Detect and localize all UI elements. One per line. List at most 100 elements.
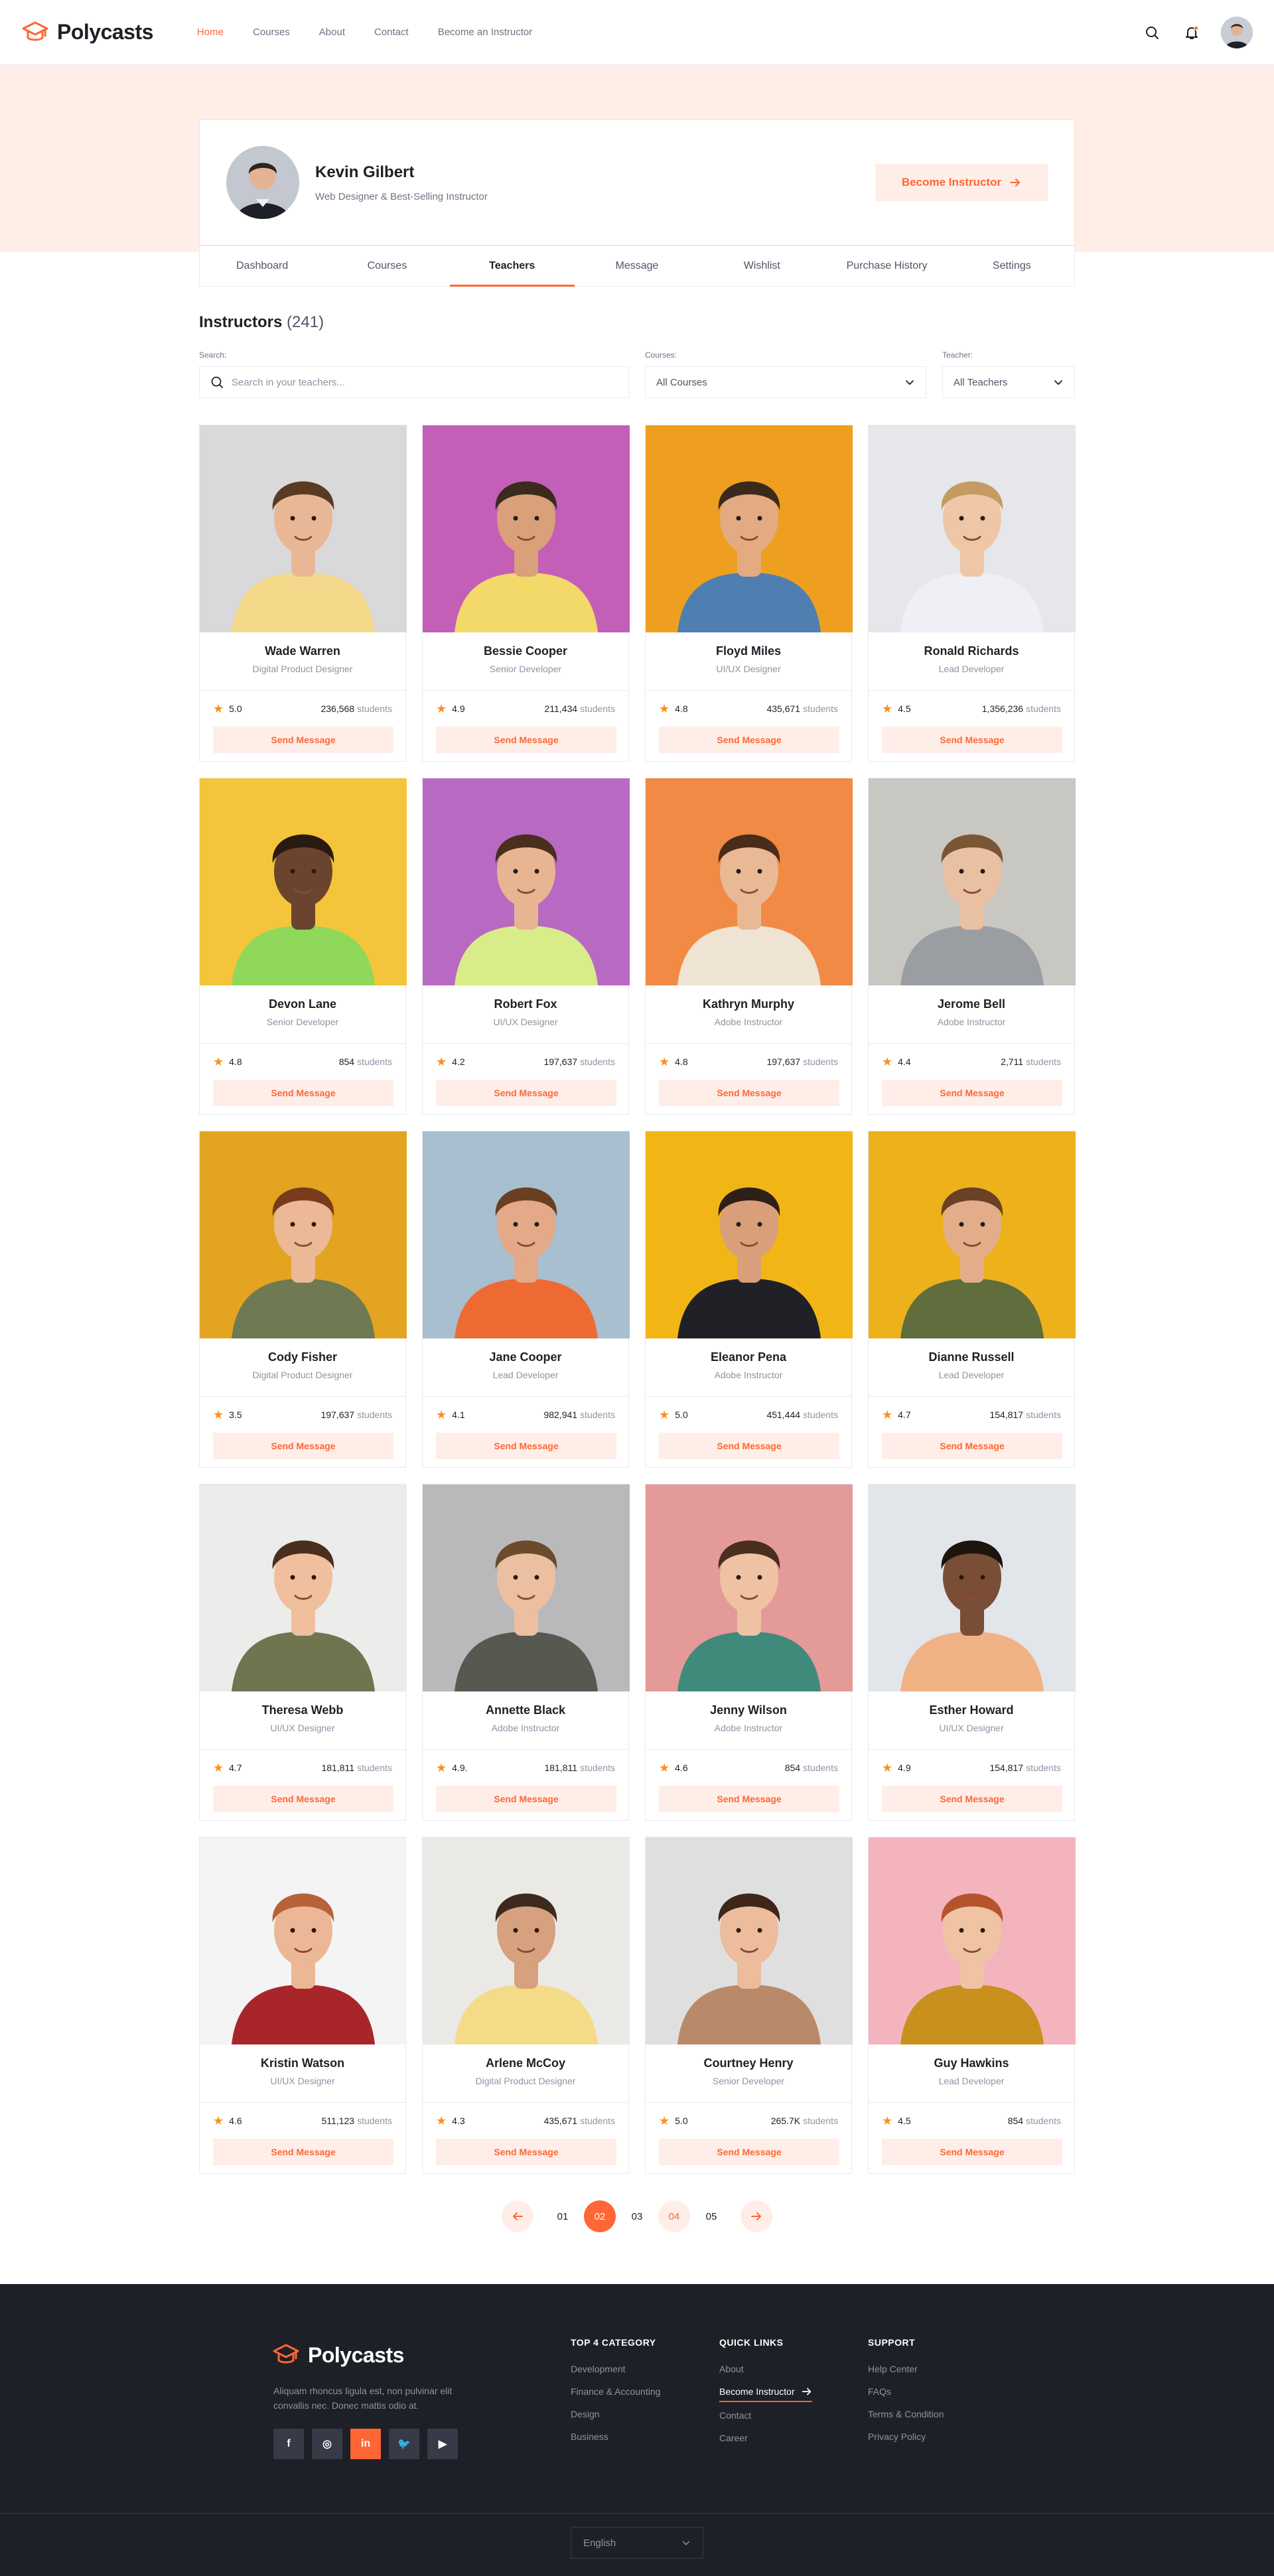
instructor-card[interactable]: Robert Fox UI/UX Designer ★ 4.2 197,637 stude… xyxy=(422,778,630,1115)
instructor-name[interactable]: Bessie Cooper xyxy=(423,644,628,658)
tab-settings[interactable]: Settings xyxy=(950,246,1074,286)
instructor-photo-frame[interactable] xyxy=(869,778,1076,985)
send-message-button[interactable]: Send Message xyxy=(213,1786,393,1812)
instructor-photo-frame[interactable] xyxy=(423,778,630,985)
send-message-button[interactable]: Send Message xyxy=(659,1786,839,1812)
footer-link-career[interactable]: Career xyxy=(719,2433,748,2443)
instructor-name[interactable]: Arlene McCoy xyxy=(423,2056,628,2070)
bell-icon[interactable] xyxy=(1181,22,1202,43)
teacher-select[interactable]: All Teachers xyxy=(942,366,1075,398)
instructor-card[interactable]: Bessie Cooper Senior Developer ★ 4.9 211,434… xyxy=(422,425,630,762)
footer-link-business[interactable]: Business xyxy=(571,2431,608,2442)
language-select[interactable]: English xyxy=(571,2527,703,2559)
search-input[interactable]: Search in your teachers... xyxy=(199,366,629,398)
instructor-photo-frame[interactable] xyxy=(200,778,407,985)
facebook-icon[interactable]: f xyxy=(273,2429,304,2459)
footer-link-privacy-policy[interactable]: Privacy Policy xyxy=(868,2431,926,2442)
twitter-icon[interactable]: 🐦 xyxy=(389,2429,419,2459)
instructor-card[interactable]: Ronald Richards Lead Developer ★ 4.5 1,356,2… xyxy=(868,425,1076,762)
nav-link-courses[interactable]: Courses xyxy=(253,27,290,38)
page-04[interactable]: 04 xyxy=(658,2200,690,2232)
instructor-name[interactable]: Ronald Richards xyxy=(869,644,1074,658)
prev-page-button[interactable] xyxy=(502,2200,533,2232)
send-message-button[interactable]: Send Message xyxy=(882,727,1062,753)
instructor-photo-frame[interactable] xyxy=(423,1484,630,1691)
instructor-photo-frame[interactable] xyxy=(869,1131,1076,1338)
instructor-name[interactable]: Annette Black xyxy=(423,1703,628,1717)
send-message-button[interactable]: Send Message xyxy=(659,1433,839,1459)
send-message-button[interactable]: Send Message xyxy=(659,1080,839,1106)
send-message-button[interactable]: Send Message xyxy=(882,1433,1062,1459)
instructor-card[interactable]: Dianne Russell Lead Developer ★ 4.7 154,817 s… xyxy=(868,1131,1076,1468)
instructor-photo-frame[interactable] xyxy=(646,1837,853,2044)
instructor-card[interactable]: Annette Black Adobe Instructor ★ 4.9. 181,81… xyxy=(422,1484,630,1821)
instructor-photo-frame[interactable] xyxy=(200,1131,407,1338)
instructor-name[interactable]: Robert Fox xyxy=(423,997,628,1011)
footer-link-terms-condition[interactable]: Terms & Condition xyxy=(868,2409,944,2419)
instructor-name[interactable]: Cody Fisher xyxy=(200,1350,405,1364)
instructor-photo-frame[interactable] xyxy=(869,425,1076,632)
instructor-photo-frame[interactable] xyxy=(646,1131,853,1338)
instructor-photo-frame[interactable] xyxy=(646,778,853,985)
instructor-name[interactable]: Guy Hawkins xyxy=(869,2056,1074,2070)
nav-link-home[interactable]: Home xyxy=(197,27,224,38)
brand-logo[interactable]: Polycasts xyxy=(21,19,153,46)
instructor-card[interactable]: Courtney Henry Senior Developer ★ 5.0 265.7K… xyxy=(645,1837,853,2174)
footer-link-help-center[interactable]: Help Center xyxy=(868,2364,918,2374)
instructor-card[interactable]: Jenny Wilson Adobe Instructor ★ 4.6 854 stude… xyxy=(645,1484,853,1821)
instructor-name[interactable]: Courtney Henry xyxy=(646,2056,851,2070)
send-message-button[interactable]: Send Message xyxy=(436,2139,616,2165)
instructor-photo-frame[interactable] xyxy=(423,425,630,632)
send-message-button[interactable]: Send Message xyxy=(882,2139,1062,2165)
send-message-button[interactable]: Send Message xyxy=(213,727,393,753)
instructor-card[interactable]: Theresa Webb UI/UX Designer ★ 4.7 181,811 stu… xyxy=(199,1484,407,1821)
send-message-button[interactable]: Send Message xyxy=(213,1433,393,1459)
send-message-button[interactable]: Send Message xyxy=(659,2139,839,2165)
instructor-card[interactable]: Kathryn Murphy Adobe Instructor ★ 4.8 197,63… xyxy=(645,778,853,1115)
instructor-photo-frame[interactable] xyxy=(646,1484,853,1691)
become-instructor-button[interactable]: Become Instructor xyxy=(875,164,1048,201)
instructor-card[interactable]: Wade Warren Digital Product Designer ★ 5.0 2… xyxy=(199,425,407,762)
tab-message[interactable]: Message xyxy=(575,246,699,286)
send-message-button[interactable]: Send Message xyxy=(436,1433,616,1459)
footer-link-become-instructor[interactable]: Become Instructor xyxy=(719,2386,812,2402)
send-message-button[interactable]: Send Message xyxy=(436,1080,616,1106)
footer-link-faqs[interactable]: FAQs xyxy=(868,2386,891,2397)
instructor-photo-frame[interactable] xyxy=(200,1484,407,1691)
instructor-name[interactable]: Esther Howard xyxy=(869,1703,1074,1717)
instructor-card[interactable]: Floyd Miles UI/UX Designer ★ 4.8 435,671 stud… xyxy=(645,425,853,762)
instructor-photo-frame[interactable] xyxy=(869,1484,1076,1691)
send-message-button[interactable]: Send Message xyxy=(436,727,616,753)
footer-link-development[interactable]: Development xyxy=(571,2364,626,2374)
send-message-button[interactable]: Send Message xyxy=(659,727,839,753)
footer-logo[interactable]: Polycasts xyxy=(272,2341,404,2369)
tab-purchase-history[interactable]: Purchase History xyxy=(824,246,949,286)
page-03[interactable]: 03 xyxy=(621,2200,653,2232)
instructor-photo-frame[interactable] xyxy=(423,1131,630,1338)
instructor-photo-frame[interactable] xyxy=(869,1837,1076,2044)
footer-link-design[interactable]: Design xyxy=(571,2409,600,2419)
next-page-button[interactable] xyxy=(741,2200,772,2232)
send-message-button[interactable]: Send Message xyxy=(213,2139,393,2165)
footer-link-about[interactable]: About xyxy=(719,2364,744,2374)
instructor-card[interactable]: Eleanor Pena Adobe Instructor ★ 5.0 451,444 s… xyxy=(645,1131,853,1468)
tab-dashboard[interactable]: Dashboard xyxy=(200,246,324,286)
instructor-name[interactable]: Floyd Miles xyxy=(646,644,851,658)
instructor-photo-frame[interactable] xyxy=(200,425,407,632)
instructor-name[interactable]: Kristin Watson xyxy=(200,2056,405,2070)
nav-link-about[interactable]: About xyxy=(319,27,345,38)
footer-link-contact[interactable]: Contact xyxy=(719,2410,751,2421)
instructor-name[interactable]: Theresa Webb xyxy=(200,1703,405,1717)
footer-link-finance-accounting[interactable]: Finance & Accounting xyxy=(571,2386,660,2397)
search-icon[interactable] xyxy=(1141,22,1163,43)
tab-courses[interactable]: Courses xyxy=(324,246,449,286)
page-02[interactable]: 02 xyxy=(584,2200,616,2232)
instructor-card[interactable]: Kristin Watson UI/UX Designer ★ 4.6 511,123 s… xyxy=(199,1837,407,2174)
instructor-card[interactable]: Guy Hawkins Lead Developer ★ 4.5 854 students… xyxy=(868,1837,1076,2174)
nav-link-contact[interactable]: Contact xyxy=(374,27,409,38)
instructor-photo-frame[interactable] xyxy=(200,1837,407,2044)
instructor-name[interactable]: Jane Cooper xyxy=(423,1350,628,1364)
send-message-button[interactable]: Send Message xyxy=(882,1080,1062,1106)
page-01[interactable]: 01 xyxy=(547,2200,579,2232)
youtube-icon[interactable]: ▶ xyxy=(427,2429,458,2459)
